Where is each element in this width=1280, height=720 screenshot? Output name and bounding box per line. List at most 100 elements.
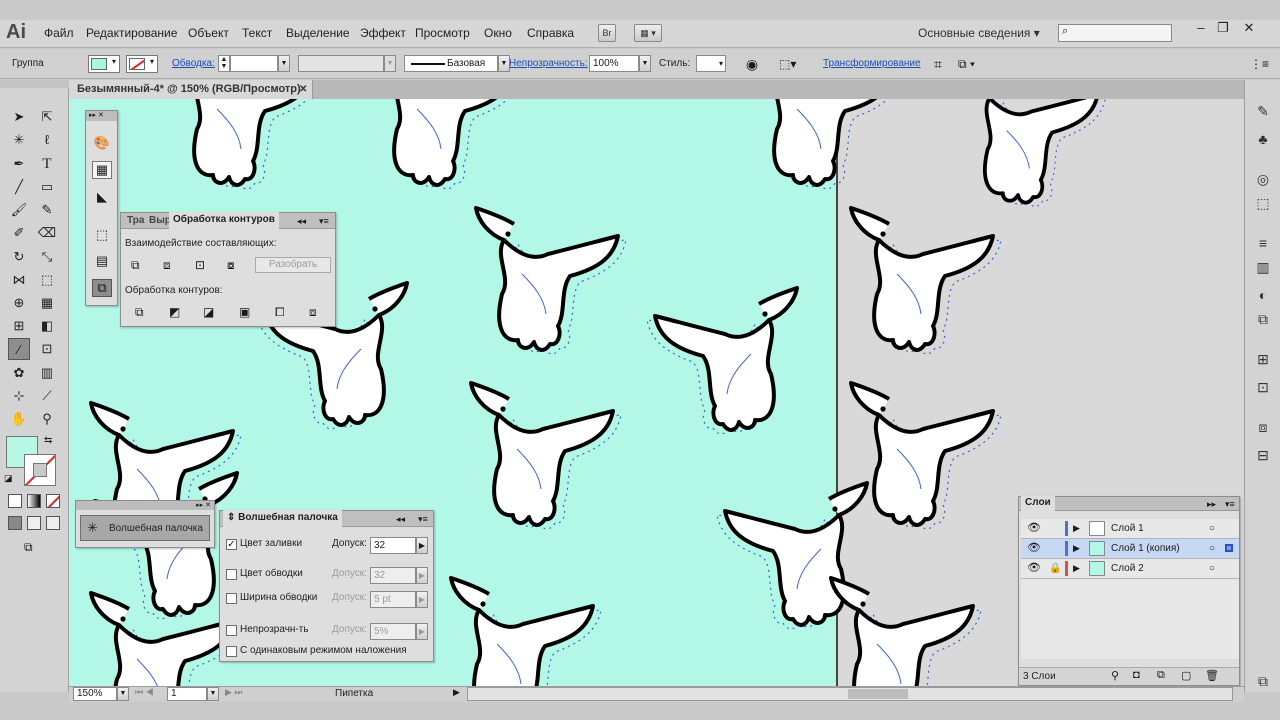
lasso-tool-icon[interactable]: ℓ <box>36 129 58 151</box>
color-guide-icon[interactable]: 🎨 <box>92 135 112 153</box>
menu-object[interactable]: Объект <box>188 26 229 40</box>
help-search-input[interactable]: ⌕ <box>1058 24 1172 42</box>
fill-swatch[interactable]: ▾ <box>88 55 120 73</box>
selection-square-icon[interactable] <box>1225 544 1233 552</box>
lock-icon[interactable]: 🔒 <box>1049 559 1061 578</box>
graphic-style-dropdown[interactable]: ▾ <box>696 55 726 72</box>
stroke-tolerance-field[interactable]: 32 <box>370 567 416 584</box>
menu-file[interactable]: Файл <box>44 26 74 40</box>
fill-color-checkbox[interactable]: ✓ <box>226 539 237 550</box>
recolor-artwork-icon[interactable]: ◉ <box>743 55 761 73</box>
minus-front-icon[interactable]: ⧈ <box>163 258 177 272</box>
opacity-tolerance-field[interactable]: 5% <box>370 623 416 640</box>
weight-tolerance-slider-arrow[interactable]: ▶ <box>416 591 428 608</box>
layer-row[interactable]: 👁 ▶ Слой 1 ○ <box>1021 519 1239 539</box>
tab-layers[interactable]: Слои <box>1021 496 1055 511</box>
align-options-icon[interactable]: ⬚▾ <box>779 55 805 73</box>
graphic-styles-icon[interactable]: ⬚ <box>1251 192 1275 214</box>
free-transform-tool-icon[interactable]: ⬚ <box>36 269 58 291</box>
default-colors-icon[interactable]: ◪ <box>4 473 13 484</box>
stroke-link[interactable]: Обводка: <box>172 58 215 69</box>
zoom-dropdown[interactable]: ▼ <box>117 687 129 701</box>
stroke-icon[interactable]: ≡ <box>1251 232 1275 254</box>
rectangle-tool-icon[interactable]: ▭ <box>36 176 58 198</box>
menu-window[interactable]: Окно <box>484 26 512 40</box>
divide-icon[interactable]: ⧉ <box>135 305 144 320</box>
line-tool-icon[interactable]: ╱ <box>8 176 30 198</box>
screen-mode-icon[interactable]: ⧉ <box>24 540 44 554</box>
expand-triangle-icon[interactable]: ▶ <box>1073 559 1080 578</box>
trim-icon[interactable]: ◩ <box>169 305 180 319</box>
stroke-weight-checkbox[interactable] <box>226 593 237 604</box>
align-panel-icon[interactable]: ▤ <box>92 253 112 271</box>
slice-tool-icon[interactable]: ⟋ <box>36 385 58 407</box>
intersect-icon[interactable]: ⊡ <box>195 258 209 272</box>
draw-normal-icon[interactable] <box>8 516 22 530</box>
gradient-dock-icon[interactable]: ▥ <box>1251 256 1275 278</box>
zoom-field[interactable]: 150% <box>73 687 117 701</box>
crop-icon[interactable]: ▣ <box>239 305 250 319</box>
pencil-tool-icon[interactable]: ✎ <box>36 199 58 221</box>
mesh-tool-icon[interactable]: ⊞ <box>8 315 30 337</box>
layers-dock-icon[interactable]: ⧉ <box>1251 670 1275 692</box>
paintbrush-tool-icon[interactable]: 🖌 <box>8 199 30 221</box>
arrange-icon[interactable]: ⧉ ▾ <box>958 55 990 73</box>
opacity-checkbox[interactable] <box>226 625 237 636</box>
stroke-color-checkbox[interactable] <box>226 569 237 580</box>
gradient-tool-icon[interactable]: ◧ <box>36 315 58 337</box>
stroke-tolerance-slider-arrow[interactable]: ▶ <box>416 567 428 584</box>
rotate-tool-icon[interactable]: ↻ <box>8 246 30 268</box>
minus-back-icon[interactable]: ⧈ <box>309 305 317 320</box>
workspace-switcher[interactable]: Основные сведения ▾ <box>918 26 1040 40</box>
locate-object-icon[interactable]: ⚲ <box>1111 669 1119 682</box>
tab-pathfinder[interactable]: Обработка контуров <box>169 212 279 229</box>
fill-tolerance-field[interactable]: 32 <box>370 537 416 554</box>
opacity-tolerance-slider-arrow[interactable]: ▶ <box>416 623 428 640</box>
scale-tool-icon[interactable]: ⤡ <box>36 246 58 268</box>
stroke-color-box[interactable] <box>24 454 56 486</box>
transform-panel-icon[interactable]: ⬚ <box>92 227 112 245</box>
perspective-grid-tool-icon[interactable]: ▦ <box>36 292 58 314</box>
stroke-weight-stepper[interactable]: ▲ ▼ <box>218 55 230 72</box>
panel-menu-icon[interactable]: ▾≡ <box>319 213 329 229</box>
document-tab[interactable]: Безымянный-4* @ 150% (RGB/Просмотр) ✕ <box>69 80 313 99</box>
align-dock-icon[interactable]: ⊞ <box>1251 348 1275 370</box>
close-window-button[interactable]: ✕ <box>1240 20 1258 36</box>
control-bar-menu-icon[interactable]: ⋮≡ <box>1250 55 1269 73</box>
menu-select[interactable]: Выделение <box>286 26 350 40</box>
delete-layer-icon[interactable]: 🗑 <box>1205 669 1219 682</box>
direct-selection-tool-icon[interactable]: ⇱ <box>36 106 58 128</box>
scrollbar-thumb[interactable] <box>848 689 908 699</box>
stroke-weight-field[interactable] <box>230 55 278 72</box>
collapse-icon[interactable]: ◂◂ <box>297 213 306 229</box>
stroke-weight-dropdown[interactable]: ▼ <box>278 55 290 72</box>
menu-effect[interactable]: Эффект <box>360 26 406 40</box>
expand-triangle-icon[interactable]: ▶ <box>1073 519 1080 538</box>
tab-magic-wand[interactable]: ⇕ Волшебная палочка <box>223 510 342 527</box>
close-tab-icon[interactable]: ✕ <box>299 80 307 99</box>
panel-menu-icon[interactable]: ▾≡ <box>418 511 428 527</box>
expand-button[interactable]: Разобрать <box>255 257 331 273</box>
layer-row-selected[interactable]: 👁 ▶ Слой 1 (копия) ○ <box>1021 539 1239 559</box>
target-circle-icon[interactable]: ○ <box>1209 559 1215 578</box>
minimize-button[interactable]: – <box>1192 20 1210 36</box>
menu-help[interactable]: Справка <box>527 26 574 40</box>
transparency-icon[interactable]: ◐ <box>1251 284 1275 306</box>
visibility-eye-icon[interactable]: 👁 <box>1027 539 1041 558</box>
brushes-icon[interactable]: ✎ <box>1251 100 1275 122</box>
zoom-tool-icon[interactable]: ⚲ <box>36 408 58 430</box>
fill-tolerance-slider-arrow[interactable]: ▶ <box>416 537 428 554</box>
isolate-group-icon[interactable]: ⌗ <box>929 55 947 73</box>
swap-colors-icon[interactable]: ⇆ <box>44 435 52 446</box>
symbol-sprayer-tool-icon[interactable]: ✿ <box>8 362 30 384</box>
visibility-eye-icon[interactable]: 👁 <box>1027 519 1041 538</box>
visibility-eye-icon[interactable]: 👁 <box>1027 559 1041 578</box>
blending-mode-checkbox[interactable] <box>226 646 237 657</box>
target-circle-icon[interactable]: ○ <box>1209 519 1215 538</box>
new-layer-icon[interactable]: ▢ <box>1181 669 1191 682</box>
layer-row[interactable]: 👁 🔒 ▶ Слой 2 ○ <box>1021 559 1239 579</box>
draw-inside-icon[interactable] <box>46 516 60 530</box>
opacity-dropdown[interactable]: ▼ <box>639 55 651 72</box>
pathfinder-panel-icon[interactable]: ⧉ <box>92 279 112 297</box>
tab-align[interactable]: Выр <box>149 213 171 229</box>
